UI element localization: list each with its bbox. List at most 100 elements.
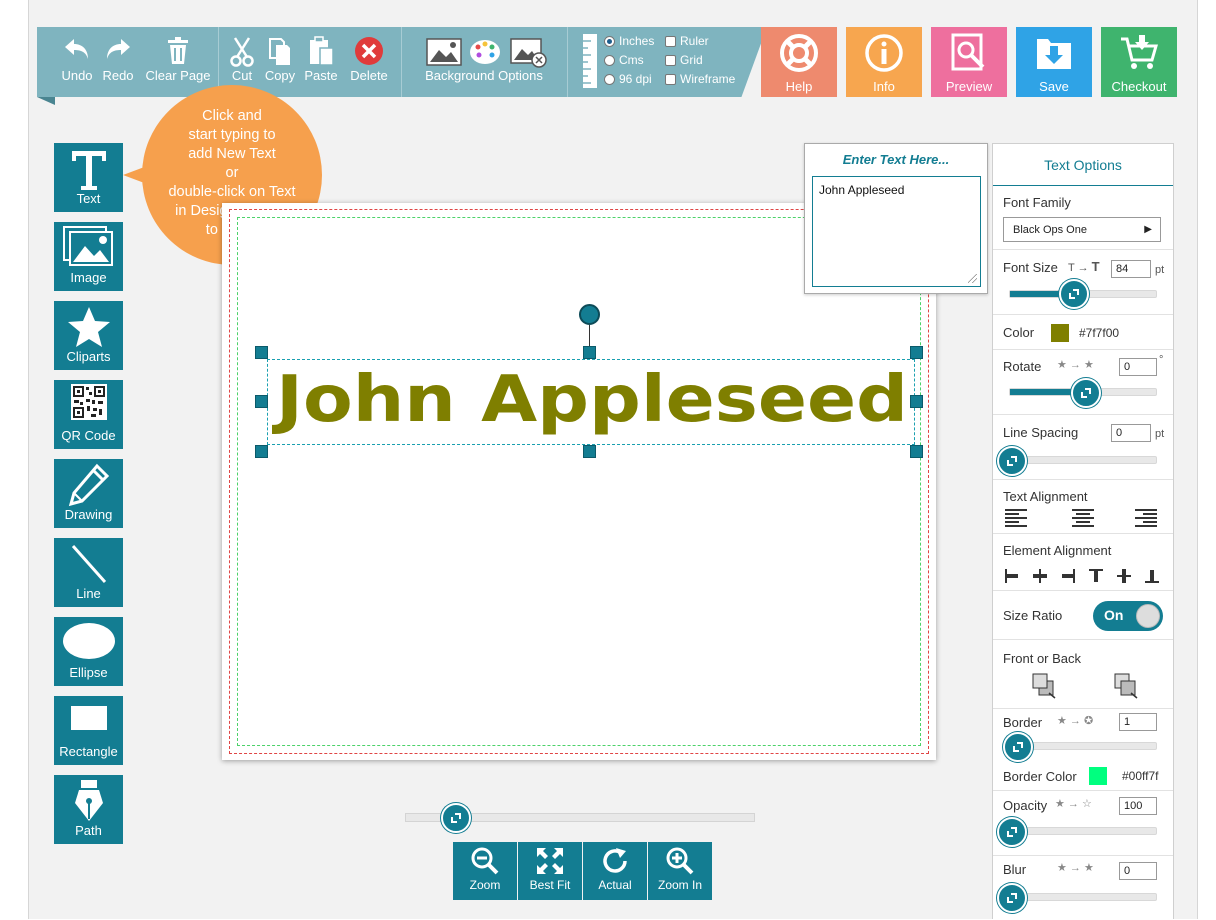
resize-grip-icon[interactable] [968, 274, 977, 283]
toolbar-divider [567, 27, 568, 97]
best-fit-button[interactable]: Best Fit [518, 842, 582, 900]
line-spacing-input[interactable]: 0 [1111, 424, 1151, 442]
delete-button[interactable]: Delete [345, 27, 393, 97]
cliparts-tool[interactable]: Cliparts [54, 301, 123, 370]
drawing-tool[interactable]: Drawing [54, 459, 123, 528]
path-tool[interactable]: Path [54, 775, 123, 844]
qr-code-icon [54, 380, 123, 426]
opacity-input[interactable]: 100 [1119, 797, 1157, 815]
resize-handle-bottom-left[interactable] [255, 445, 268, 458]
bring-to-front-icon[interactable] [1031, 671, 1057, 704]
image-tool[interactable]: Image [54, 222, 123, 291]
design-text-element[interactable]: John Appleseed [272, 363, 912, 439]
border-width-input[interactable]: 1 [1119, 713, 1157, 731]
undo-button[interactable]: Undo [57, 27, 97, 97]
background-options-button[interactable]: Background Options [409, 27, 559, 97]
zoom-out-button[interactable]: Zoom [453, 842, 517, 900]
line-spacing-slider[interactable] [1009, 456, 1157, 464]
background-icons [409, 27, 559, 68]
align-element-bottom-icon[interactable] [1145, 569, 1159, 588]
preview-button[interactable]: Preview [931, 27, 1007, 97]
unit-cms-option[interactable]: Cms [604, 51, 644, 69]
blur-slider[interactable] [1009, 893, 1157, 901]
safe-zone-line [237, 217, 921, 746]
paste-button[interactable]: Paste [303, 27, 339, 97]
align-element-right-icon[interactable] [1061, 569, 1075, 588]
text-tool[interactable]: Text [54, 143, 123, 212]
ruler-toggle[interactable]: Ruler [665, 32, 709, 50]
unit-dpi-option[interactable]: 96 dpi [604, 70, 652, 88]
align-right-icon[interactable] [1135, 509, 1157, 532]
inches-radio[interactable] [604, 35, 615, 47]
zoom-slider-knob[interactable] [441, 803, 471, 833]
unit-inches-option[interactable]: Inches [604, 32, 654, 50]
rotate-handle[interactable] [579, 304, 600, 325]
resize-handle-bottom-right[interactable] [910, 445, 923, 458]
resize-handle-bottom[interactable] [583, 445, 596, 458]
caret-right-icon: ▶ [1144, 224, 1152, 235]
size-ratio-section: Size Ratio On [993, 592, 1173, 640]
qr-code-tool[interactable]: QR Code [54, 380, 123, 449]
wireframe-toggle[interactable]: Wireframe [665, 70, 735, 88]
resize-handle-top-right[interactable] [910, 346, 923, 359]
toolbar-divider [401, 27, 402, 97]
align-left-icon[interactable] [1005, 509, 1027, 532]
ellipse-icon [54, 617, 123, 663]
front-back-section: Front or Back [993, 641, 1173, 709]
text-t-icon [54, 143, 123, 190]
refresh-icon [583, 842, 647, 878]
opacity-slider-knob[interactable] [997, 817, 1027, 847]
grid-toggle[interactable]: Grid [665, 51, 703, 69]
info-button[interactable]: Info [846, 27, 922, 97]
font-family-select[interactable]: Black Ops One ▶ [1003, 217, 1161, 242]
wireframe-checkbox[interactable] [665, 73, 676, 85]
line-spacing-section: Line Spacing 0 pt [993, 416, 1173, 480]
save-button[interactable]: Save [1016, 27, 1092, 97]
redo-button[interactable]: Redo [99, 27, 137, 97]
align-element-vcenter-icon[interactable] [1117, 569, 1131, 588]
resize-handle-left[interactable] [255, 395, 268, 408]
expand-arrows-icon [518, 842, 582, 878]
grid-checkbox[interactable] [665, 54, 676, 66]
opacity-slider[interactable] [1009, 827, 1157, 835]
text-alignment-section: Text Alignment [993, 481, 1173, 534]
rectangle-icon [54, 696, 123, 742]
clear-page-button[interactable]: Clear Page [143, 27, 213, 97]
resize-handle-right[interactable] [910, 395, 923, 408]
align-element-hcenter-icon[interactable] [1033, 569, 1047, 588]
font-family-section: Font Family Black Ops One ▶ [993, 187, 1173, 250]
font-size-input[interactable]: 84 [1111, 260, 1151, 278]
align-center-icon[interactable] [1072, 509, 1094, 532]
ellipse-tool[interactable]: Ellipse [54, 617, 123, 686]
actual-size-button[interactable]: Actual [583, 842, 647, 900]
blur-input[interactable]: 0 [1119, 862, 1157, 880]
ruler-checkbox[interactable] [665, 35, 676, 47]
color-swatch[interactable] [1051, 324, 1069, 342]
checkout-button[interactable]: Checkout [1101, 27, 1177, 97]
resize-handle-top-left[interactable] [255, 346, 268, 359]
cms-radio[interactable] [604, 54, 615, 66]
line-spacing-slider-knob[interactable] [997, 446, 1027, 476]
zoom-in-button[interactable]: Zoom In [648, 842, 712, 900]
align-element-left-icon[interactable] [1005, 569, 1019, 588]
enter-text-textarea[interactable]: John Appleseed [812, 176, 981, 287]
send-to-back-icon[interactable] [1113, 671, 1139, 704]
align-element-top-icon[interactable] [1089, 569, 1103, 588]
help-button[interactable]: Help [761, 27, 837, 97]
copy-button[interactable]: Copy [263, 27, 297, 97]
border-color-swatch[interactable] [1089, 767, 1107, 785]
font-size-slider-knob[interactable] [1059, 279, 1089, 309]
rectangle-tool[interactable]: Rectangle [54, 696, 123, 765]
delete-icon [345, 27, 393, 67]
dpi-radio[interactable] [604, 73, 615, 85]
rotate-input[interactable]: 0 [1119, 358, 1157, 376]
image-icon [54, 222, 123, 268]
rotate-slider-knob[interactable] [1071, 378, 1101, 408]
border-slider-knob[interactable] [1003, 732, 1033, 762]
line-tool[interactable]: Line [54, 538, 123, 607]
blur-slider-knob[interactable] [997, 883, 1027, 913]
resize-handle-top[interactable] [583, 346, 596, 359]
info-icon [846, 27, 922, 75]
opacity-star-icon: ★ → ☆ [1055, 798, 1092, 810]
size-ratio-toggle[interactable]: On [1093, 601, 1163, 631]
